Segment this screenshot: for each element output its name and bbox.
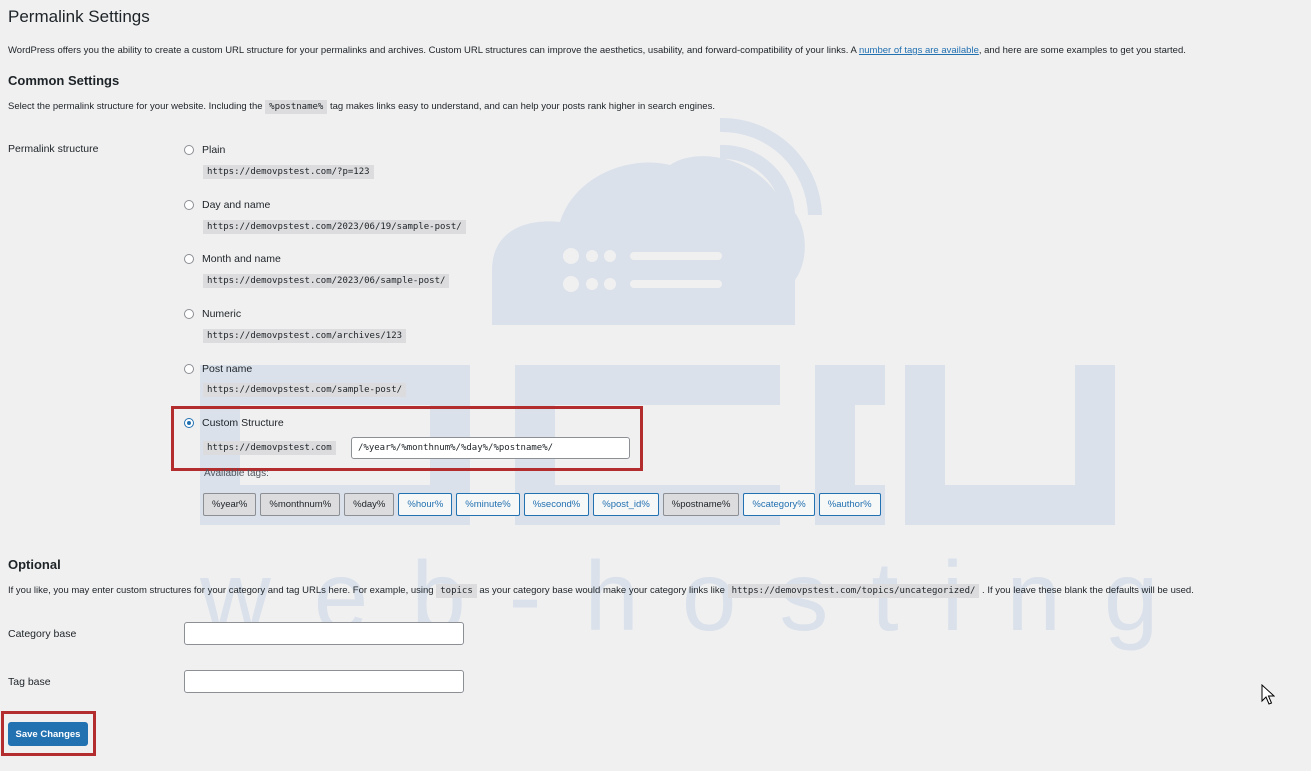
- radio-numeric[interactable]: [184, 309, 194, 319]
- example-numeric: https://demovpstest.com/archives/123: [203, 329, 407, 343]
- option-day-and-name[interactable]: Day and name: [184, 199, 270, 211]
- example-day-and-name: https://demovpstest.com/2023/06/19/sampl…: [203, 220, 466, 234]
- radio-label: Day and name: [202, 199, 271, 211]
- optional-desc-mid: as your category base would make your ca…: [476, 585, 728, 596]
- category-base-input[interactable]: [184, 622, 464, 645]
- tag-monthnum[interactable]: %monthnum%: [260, 493, 341, 516]
- intro-text: WordPress offers you the ability to crea…: [8, 45, 859, 56]
- example-month-and-name: https://demovpstest.com/2023/06/sample-p…: [203, 274, 450, 288]
- category-url-code: https://demovpstest.com/topics/uncategor…: [727, 584, 980, 598]
- mouse-cursor-icon: [1261, 684, 1275, 705]
- custom-structure-highlight: [171, 406, 643, 471]
- radio-day-and-name[interactable]: [184, 200, 194, 210]
- tag-minute[interactable]: %minute%: [456, 493, 520, 516]
- tag-day[interactable]: %day%: [344, 493, 395, 516]
- common-desc-text: Select the permalink structure for your …: [8, 101, 266, 112]
- tag-hour[interactable]: %hour%: [398, 493, 453, 516]
- available-tags: %year% %monthnum% %day% %hour% %minute% …: [203, 493, 881, 516]
- intro-description: WordPress offers you the ability to crea…: [8, 45, 1186, 56]
- option-post-name[interactable]: Post name: [184, 363, 252, 375]
- page-title: Permalink Settings: [8, 7, 150, 26]
- optional-desc-end: . If you leave these blank the defaults …: [979, 585, 1194, 596]
- tag-post-id[interactable]: %post_id%: [593, 493, 659, 516]
- tag-base-input[interactable]: [184, 670, 464, 693]
- radio-post-name[interactable]: [184, 364, 194, 374]
- common-settings-heading: Common Settings: [8, 73, 120, 88]
- option-numeric[interactable]: Numeric: [184, 308, 241, 320]
- tag-category[interactable]: %category%: [743, 493, 815, 516]
- radio-label: Numeric: [202, 308, 242, 320]
- common-desc-text-end: tag makes links easy to understand, and …: [327, 101, 715, 112]
- intro-text-end: , and here are some examples to get you …: [978, 45, 1186, 56]
- category-base-label: Category base: [8, 628, 77, 640]
- radio-label: Post name: [202, 363, 253, 375]
- tags-link[interactable]: number of tags are available: [859, 45, 979, 56]
- radio-plain[interactable]: [184, 145, 194, 155]
- save-highlight: [1, 711, 96, 756]
- optional-heading: Optional: [8, 557, 61, 572]
- topics-code: topics: [436, 584, 477, 598]
- tag-author[interactable]: %author%: [818, 493, 881, 516]
- optional-desc-text: If you like, you may enter custom struct…: [8, 585, 437, 596]
- example-post-name: https://demovpstest.com/sample-post/: [203, 383, 407, 397]
- radio-label: Month and name: [202, 253, 281, 265]
- permalink-structure-label: Permalink structure: [8, 143, 99, 155]
- tag-year[interactable]: %year%: [203, 493, 257, 516]
- tag-base-label: Tag base: [8, 676, 51, 688]
- tag-postname[interactable]: %postname%: [662, 493, 740, 516]
- common-settings-description: Select the permalink structure for your …: [8, 100, 715, 114]
- radio-label: Plain: [202, 144, 226, 156]
- available-tags-label: Available tags:: [204, 468, 269, 479]
- postname-code: %postname%: [265, 100, 328, 114]
- example-plain: https://demovpstest.com/?p=123: [203, 165, 374, 179]
- optional-description: If you like, you may enter custom struct…: [8, 584, 1194, 598]
- option-plain[interactable]: Plain: [184, 144, 225, 156]
- radio-month-and-name[interactable]: [184, 254, 194, 264]
- option-month-and-name[interactable]: Month and name: [184, 253, 281, 265]
- tag-second[interactable]: %second%: [523, 493, 590, 516]
